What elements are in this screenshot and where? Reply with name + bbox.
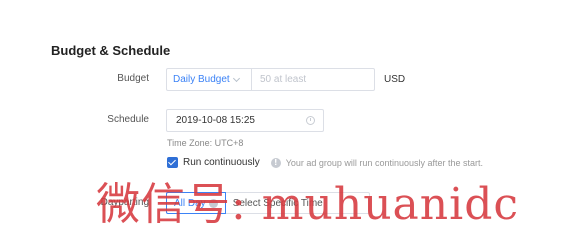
- dayparting-toggle-group: All Day Select Specific Time: [166, 192, 370, 214]
- dayparting-option-all-day[interactable]: All Day: [166, 192, 226, 214]
- schedule-label: Schedule: [107, 114, 149, 125]
- start-datetime-picker[interactable]: 2019-10-08 15:25: [166, 109, 324, 132]
- clock-icon: [306, 116, 315, 125]
- budget-label: Budget: [117, 73, 149, 84]
- run-continuously-note: Your ad group will run continuously afte…: [285, 157, 483, 168]
- currency-label: USD: [384, 74, 406, 85]
- dayparting-option-specific-time[interactable]: Select Specific Time: [226, 193, 330, 213]
- budget-type-select[interactable]: Daily Budget: [167, 69, 252, 90]
- start-datetime-value: 2019-10-08 15:25: [176, 115, 255, 126]
- run-continuously-row: Run continuously ! Your ad group will ru…: [167, 157, 483, 168]
- chevron-down-icon: [232, 74, 240, 82]
- timezone-text: Time Zone: UTC+8: [167, 138, 244, 148]
- info-icon: !: [270, 157, 281, 168]
- dayparting-option-label: All Day: [174, 197, 206, 209]
- budget-type-value: Daily Budget: [173, 74, 230, 85]
- dayparting-label: Dayparting: [100, 197, 149, 208]
- info-icon: [208, 198, 218, 208]
- budget-amount-input[interactable]: [252, 69, 374, 90]
- run-continuously-checkbox[interactable]: [167, 157, 178, 168]
- run-continuously-label[interactable]: Run continuously: [183, 157, 260, 168]
- budget-input-group: Daily Budget: [166, 68, 375, 91]
- section-title: Budget & Schedule: [51, 43, 171, 58]
- dayparting-option-label: Select Specific Time: [232, 197, 323, 209]
- ad-group-settings-page: Budget & Schedule Budget Daily Budget US…: [0, 0, 572, 241]
